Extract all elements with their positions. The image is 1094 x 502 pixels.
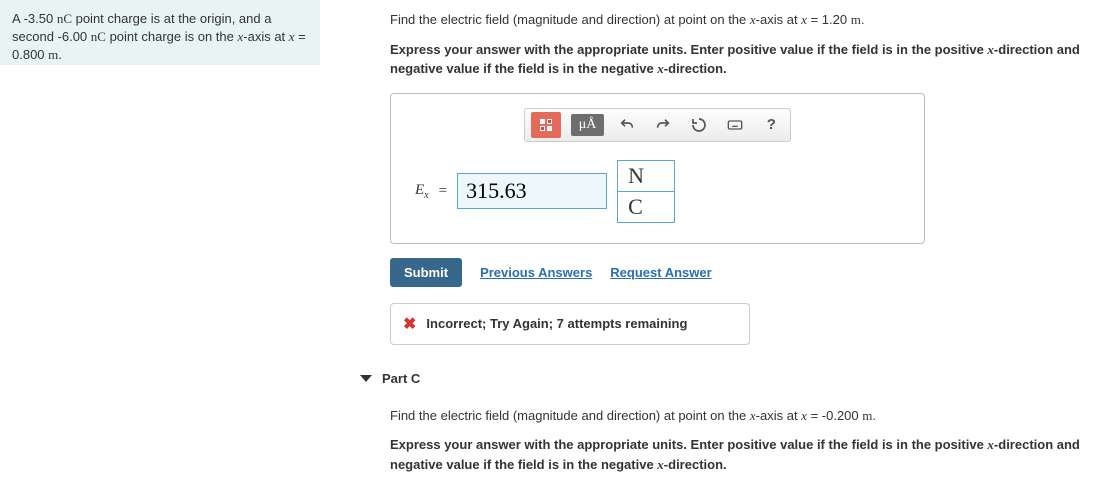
text: -direction. (664, 61, 727, 76)
partb-instruction: Express your answer with the appropriate… (390, 40, 1084, 79)
text: -axis at (756, 12, 802, 27)
answer-input-box: μÅ ? Ex = N C (390, 93, 925, 244)
text: Express your answer with the appropriate… (390, 42, 987, 57)
text: Find the electric field (magnitude and d… (390, 408, 750, 423)
feedback-text: Incorrect; Try Again; 7 attempts remaini… (426, 316, 687, 331)
text: . (861, 12, 865, 27)
unit-numerator[interactable]: N (618, 161, 674, 192)
undo-icon[interactable] (614, 112, 640, 138)
text: Find the electric field (magnitude and d… (390, 12, 750, 27)
partc-title: Part C (382, 371, 420, 386)
units-button[interactable]: μÅ (571, 114, 605, 136)
request-answer-link[interactable]: Request Answer (610, 265, 711, 280)
unit-nc: nC (57, 11, 72, 26)
unit-m: m (851, 12, 861, 27)
variable-label: Ex (415, 182, 429, 201)
equation-toolbar: μÅ ? (524, 108, 792, 142)
partc-question: Find the electric field (magnitude and d… (390, 406, 1084, 426)
unit-m: m (862, 408, 872, 423)
unit-m: m (48, 47, 58, 62)
answer-row: Ex = N C (405, 160, 910, 223)
partc-header[interactable]: Part C (360, 371, 1084, 386)
text: = -0.200 (807, 408, 862, 423)
partb-question: Find the electric field (magnitude and d… (390, 10, 1084, 30)
problem-text: -axis at (243, 29, 289, 44)
text: . (872, 408, 876, 423)
problem-text: A -3.50 (12, 11, 57, 26)
text: -direction. (664, 457, 727, 472)
unit-denominator[interactable]: C (618, 192, 674, 222)
problem-text: point charge is on the (106, 29, 238, 44)
text: = 1.20 (807, 12, 851, 27)
redo-icon[interactable] (650, 112, 676, 138)
text: Express your answer with the appropriate… (390, 437, 987, 452)
reset-icon[interactable] (686, 112, 712, 138)
feedback-box: ✖ Incorrect; Try Again; 7 attempts remai… (390, 303, 750, 345)
unit-fraction[interactable]: N C (617, 160, 675, 223)
previous-answers-link[interactable]: Previous Answers (480, 265, 592, 280)
action-row: Submit Previous Answers Request Answer (390, 258, 1084, 287)
answer-value-input[interactable] (457, 173, 607, 209)
problem-statement: A -3.50 nC point charge is at the origin… (0, 0, 320, 65)
answer-area: Find the electric field (magnitude and d… (320, 0, 1094, 502)
text: -axis at (756, 408, 802, 423)
collapse-icon[interactable] (360, 375, 372, 382)
problem-text: . (58, 47, 62, 62)
incorrect-icon: ✖ (403, 314, 416, 334)
submit-button[interactable]: Submit (390, 258, 462, 287)
templates-button[interactable] (531, 112, 561, 138)
equals-sign: = (439, 183, 447, 200)
unit-nc: nC (91, 29, 106, 44)
keyboard-icon[interactable] (722, 112, 748, 138)
help-icon[interactable]: ? (758, 112, 784, 138)
partc-instruction: Express your answer with the appropriate… (390, 435, 1084, 474)
